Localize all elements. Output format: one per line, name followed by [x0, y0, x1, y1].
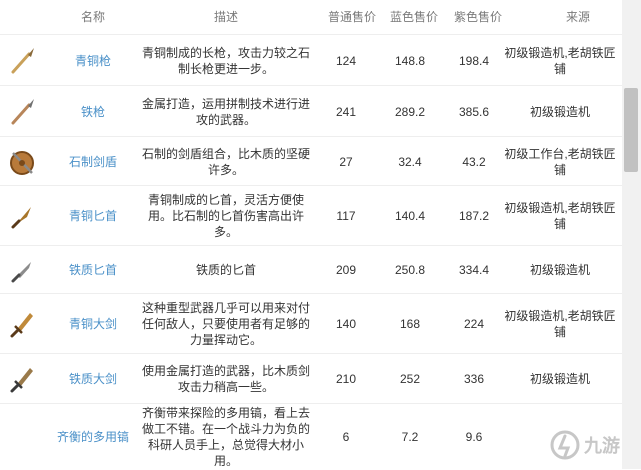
item-source: 初级锻造机	[529, 263, 590, 277]
table-row: 青铜大剑 这种重型武器几乎可以用来对付任何敌人，只要使用者有足够的力量挥动它。 …	[0, 293, 622, 354]
header-source: 来源	[565, 10, 590, 24]
header-name: 名称	[80, 10, 105, 24]
price-normal: 117	[336, 209, 356, 223]
item-description: 这种重型武器几乎可以用来对付任何敌人，只要使用者有足够的力量挥动它。	[141, 301, 310, 347]
price-purple: 385.6	[458, 104, 490, 119]
bronze-greatsword-icon	[0, 294, 44, 354]
price-blue: 168	[399, 317, 421, 331]
header-price-blue: 蓝色售价	[389, 10, 438, 24]
price-normal: 241	[335, 104, 357, 119]
price-blue: 7.2	[401, 430, 419, 444]
iron-greatsword-icon	[0, 354, 44, 404]
price-normal: 27	[339, 154, 353, 169]
table-header: 名称 描述 普通售价 蓝色售价 紫色售价 来源	[0, 0, 622, 34]
item-source: 初级锻造机,老胡铁匠铺	[504, 201, 616, 231]
price-normal: 6	[342, 430, 350, 444]
price-purple: 9.6	[465, 430, 483, 444]
stone-shield-icon	[0, 137, 44, 186]
table-row: 齐衡的多用镐 齐衡带来探险的多用镐，看上去做工不错。在一个战斗力为负的科研人员手…	[0, 403, 622, 470]
item-name-link[interactable]: 齐衡的多用镐	[44, 404, 142, 470]
item-source: 初级工作台,老胡铁匠铺	[504, 146, 616, 177]
item-description: 齐衡带来探险的多用镐，看上去做工不错。在一个战斗力为负的科研人员手上，总觉得大材…	[141, 406, 310, 468]
scrollbar-thumb[interactable]	[624, 88, 638, 172]
table-row: 铁质匕首 铁质的匕首 209 250.8 334.4 初级锻造机	[0, 245, 622, 294]
bronze-dagger-icon	[0, 186, 44, 246]
item-name-link[interactable]: 石制剑盾	[44, 137, 142, 186]
item-name-link[interactable]: 铁质大剑	[44, 354, 142, 404]
item-name-link[interactable]: 青铜匕首	[44, 186, 142, 246]
item-description: 金属打造，运用拼制技术进行进攻的武器。	[141, 96, 310, 127]
price-purple: 198.4	[458, 53, 490, 68]
price-blue: 289.2	[394, 104, 426, 119]
table-row: 铁枪 金属打造，运用拼制技术进行进攻的武器。 241 289.2 385.6 初…	[0, 85, 622, 137]
table-row: 青铜枪 青铜制成的长枪，攻击力较之石制长枪更进一步。 124 148.8 198…	[0, 34, 622, 86]
pickaxe-icon	[0, 404, 44, 470]
item-name-link[interactable]: 青铜大剑	[44, 294, 142, 354]
price-blue: 140.4	[394, 209, 426, 223]
jiuyou-logo-icon	[550, 430, 580, 460]
table-row: 青铜匕首 青铜制成的匕首，灵活方便使用。比石制的匕首伤害高出许多。 117 14…	[0, 185, 622, 246]
watermark-text: 九游	[584, 436, 620, 457]
price-blue: 32.4	[398, 154, 422, 169]
price-purple: 336	[463, 372, 485, 386]
item-name-link[interactable]: 铁质匕首	[44, 246, 142, 294]
item-source: 初级锻造机	[529, 372, 590, 386]
price-normal: 140	[335, 317, 357, 331]
bronze-spear-icon	[0, 35, 44, 86]
vertical-scrollbar[interactable]	[622, 0, 641, 469]
item-name-link[interactable]: 青铜枪	[44, 35, 142, 86]
item-name-link[interactable]: 铁枪	[44, 86, 142, 137]
watermark: 九游	[548, 426, 638, 464]
price-purple: 43.2	[462, 154, 486, 169]
price-purple: 187.2	[458, 209, 490, 223]
price-normal: 209	[335, 263, 357, 277]
header-price-normal: 普通售价	[327, 10, 376, 24]
item-description: 铁质的匕首	[195, 263, 256, 277]
price-purple: 224	[463, 317, 485, 331]
item-description: 青铜制成的长枪，攻击力较之石制长枪更进一步。	[141, 45, 310, 76]
header-price-purple: 紫色售价	[453, 10, 502, 24]
price-normal: 124	[335, 53, 357, 68]
iron-dagger-icon	[0, 246, 44, 294]
item-description: 石制的剑盾组合，比木质的坚硬许多。	[141, 146, 310, 177]
item-source: 初级锻造机,老胡铁匠铺	[504, 45, 616, 76]
table-row: 铁质大剑 使用金属打造的武器，比木质剑攻击力稍高一些。 210 252 336 …	[0, 353, 622, 404]
iron-spear-icon	[0, 86, 44, 137]
table-row: 石制剑盾 石制的剑盾组合，比木质的坚硬许多。 27 32.4 43.2 初级工作…	[0, 136, 622, 186]
header-desc: 描述	[213, 10, 238, 24]
item-description: 使用金属打造的武器，比木质剑攻击力稍高一些。	[141, 364, 310, 394]
price-blue: 148.8	[394, 53, 426, 68]
item-source: 初级锻造机,老胡铁匠铺	[504, 309, 616, 339]
price-normal: 210	[335, 372, 357, 386]
price-purple: 334.4	[458, 263, 490, 277]
item-source: 初级锻造机	[529, 104, 590, 119]
price-blue: 252	[399, 372, 421, 386]
item-description: 青铜制成的匕首，灵活方便使用。比石制的匕首伤害高出许多。	[147, 193, 304, 239]
price-blue: 250.8	[394, 263, 426, 277]
